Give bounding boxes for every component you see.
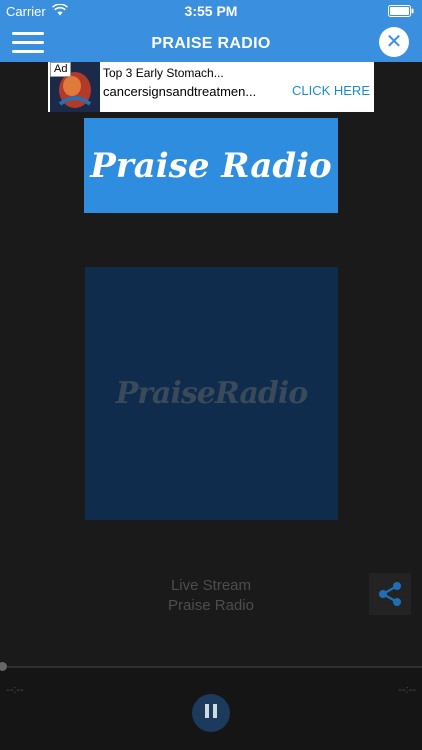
ad-badge: Ad (50, 62, 72, 77)
station-logo: Praise Radio (84, 118, 338, 213)
pause-button[interactable] (192, 694, 230, 732)
share-icon (379, 582, 401, 606)
close-icon: ✕ (385, 31, 403, 53)
album-art: PraiseRadio (85, 267, 338, 520)
share-button[interactable] (369, 573, 411, 615)
album-art-text: PraiseRadio (115, 376, 309, 411)
logo-text: Praise Radio (90, 145, 332, 186)
ad-headline: Top 3 Early Stomach... (103, 66, 224, 80)
elapsed-time: --:-- (6, 684, 24, 696)
close-button[interactable]: ✕ (379, 27, 409, 57)
ad-banner[interactable]: Ad Top 3 Early Stomach... cancersignsand… (48, 62, 374, 112)
status-time: 3:55 PM (184, 3, 238, 19)
battery-icon (388, 5, 414, 17)
stream-subtitle: Praise Radio (168, 597, 254, 614)
page-title: PRAISE RADIO (151, 35, 271, 52)
pause-icon (203, 703, 219, 723)
remaining-time: --:-- (398, 684, 416, 696)
ad-domain: cancersignsandtreatmen... (103, 84, 257, 99)
status-bar: Carrier 3:55 PM (0, 0, 422, 22)
stream-title: Live Stream (170, 577, 252, 594)
app-header: Carrier 3:55 PM PRAISE RADIO ✕ (0, 0, 422, 62)
ad-click-here-button[interactable]: CLICK HERE (292, 83, 370, 98)
